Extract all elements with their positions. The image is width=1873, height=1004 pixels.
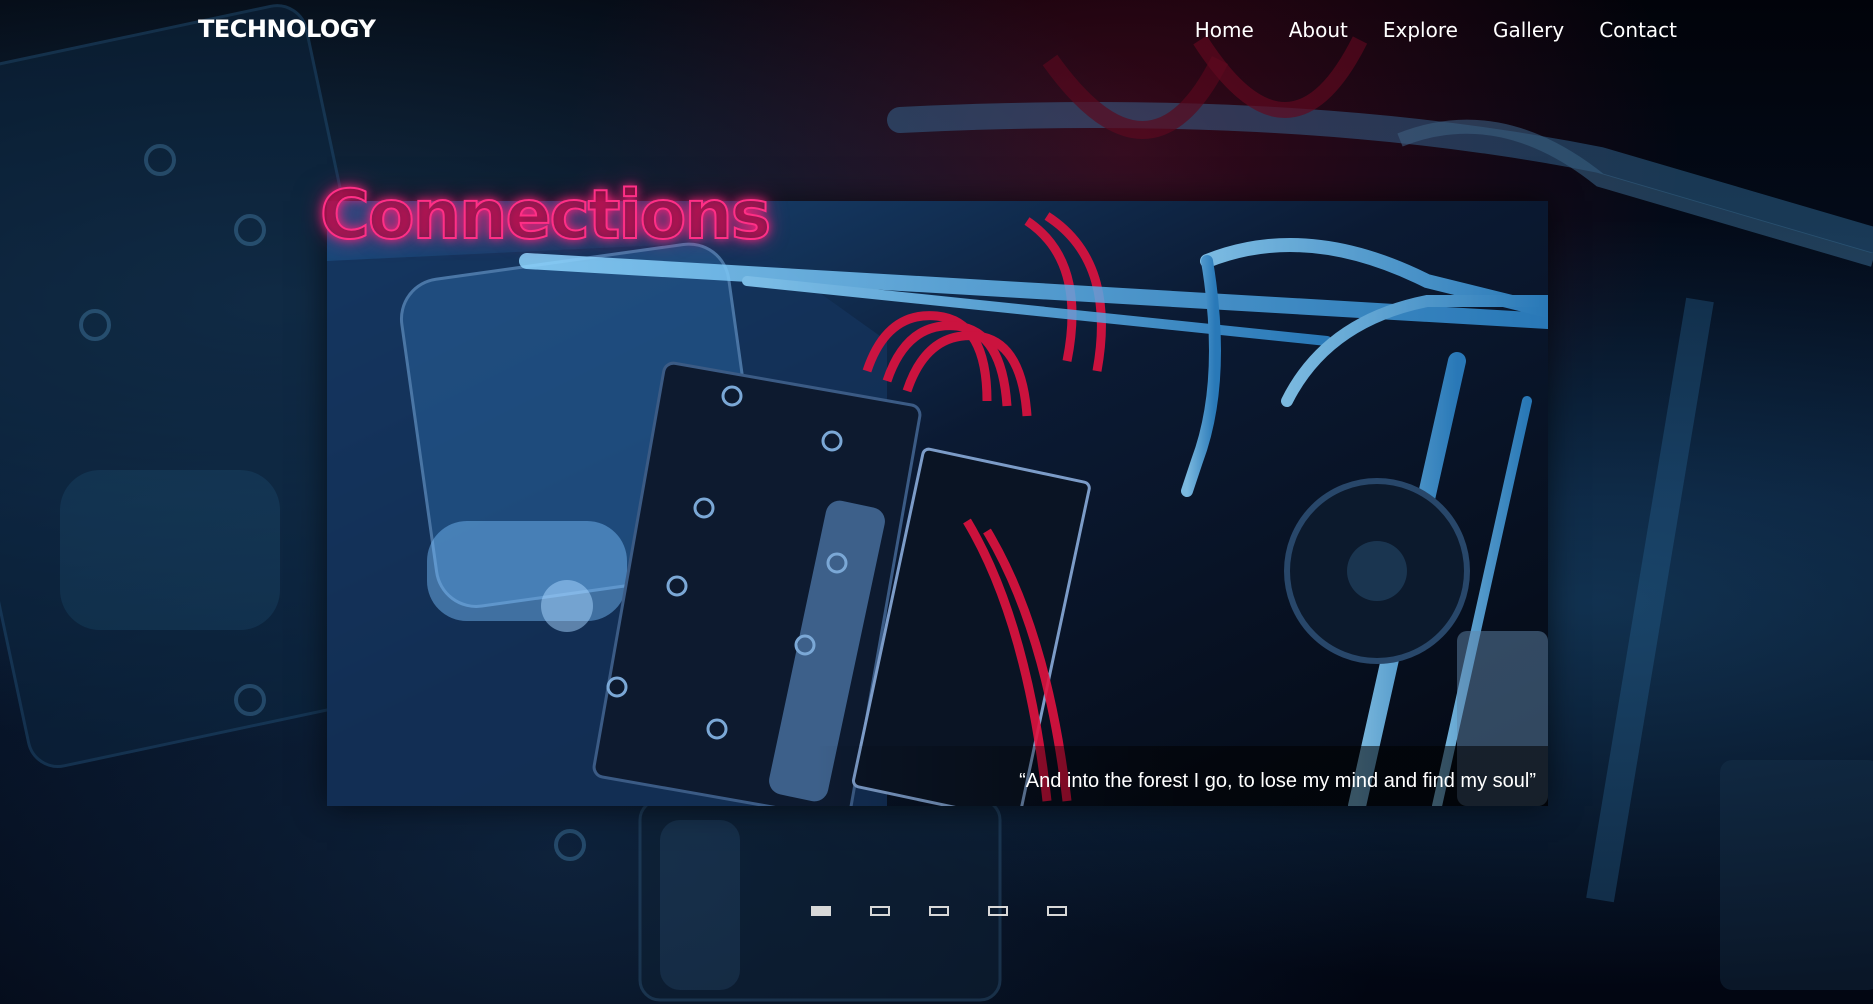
nav-menu: Home About Explore Gallery Contact — [1195, 18, 1677, 42]
nav-link-explore[interactable]: Explore — [1383, 18, 1458, 42]
brand-logo[interactable]: TECHNOLOGY — [198, 15, 376, 43]
slider-dot-4[interactable] — [988, 906, 1008, 916]
nav-link-home[interactable]: Home — [1195, 18, 1254, 42]
nav-link-gallery[interactable]: Gallery — [1493, 18, 1564, 42]
slide-image-graphic — [327, 201, 1548, 806]
slide-caption: “And into the forest I go, to lose my mi… — [1019, 770, 1536, 792]
slider-dot-1[interactable] — [811, 906, 831, 916]
slider-pagination — [811, 906, 1067, 916]
top-navbar: TECHNOLOGY Home About Explore Gallery Co… — [0, 0, 1873, 66]
slide-title: Connections — [319, 176, 772, 255]
slider-dot-2[interactable] — [870, 906, 890, 916]
slider-dot-5[interactable] — [1047, 906, 1067, 916]
slider-dot-3[interactable] — [929, 906, 949, 916]
slide-image — [327, 201, 1548, 806]
nav-link-about[interactable]: About — [1289, 18, 1348, 42]
nav-link-contact[interactable]: Contact — [1599, 18, 1677, 42]
page: TECHNOLOGY Home About Explore Gallery Co… — [0, 0, 1873, 1004]
